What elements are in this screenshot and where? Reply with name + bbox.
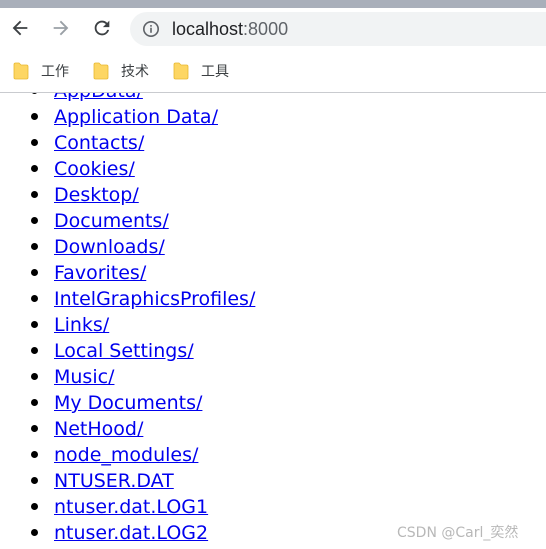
directory-listing: AppData/ Application Data/ Contacts/ Coo…	[0, 93, 255, 546]
bullet-icon	[31, 165, 38, 172]
folder-icon	[173, 62, 189, 80]
list-item: AppData/	[0, 93, 255, 104]
arrow-left-icon	[12, 20, 28, 36]
bullet-icon	[31, 451, 38, 458]
list-item: Links/	[0, 312, 255, 338]
bullet-icon	[31, 373, 38, 380]
list-item: ntuser.dat.LOG1	[0, 494, 255, 520]
bullet-icon	[31, 243, 38, 250]
url-port: :8000	[243, 19, 289, 39]
file-link[interactable]: Desktop/	[54, 184, 139, 206]
file-link[interactable]: Music/	[54, 366, 114, 388]
file-link[interactable]: Downloads/	[54, 236, 165, 258]
bullet-icon	[31, 503, 38, 510]
list-item: Documents/	[0, 208, 255, 234]
bookmark-label: 技术	[121, 64, 149, 80]
file-link[interactable]: Local Settings/	[54, 340, 194, 362]
arrow-right-icon	[53, 20, 69, 36]
file-link[interactable]: Contacts/	[54, 132, 144, 154]
bullet-icon	[31, 113, 38, 120]
bullet-icon	[31, 217, 38, 224]
list-item: Application Data/	[0, 104, 255, 130]
bullet-icon	[31, 399, 38, 406]
bullet-icon	[31, 295, 38, 302]
bookmark-label: 工作	[41, 64, 69, 80]
page-content: AppData/ Application Data/ Contacts/ Coo…	[0, 93, 546, 549]
bullet-icon	[31, 93, 38, 94]
list-item: My Documents/	[0, 390, 255, 416]
file-link[interactable]: IntelGraphicsProfiles/	[54, 288, 255, 310]
bullet-icon	[31, 139, 38, 146]
file-link[interactable]: ntuser.dat.LOG2	[54, 522, 208, 544]
bookmark-folder-work[interactable]: 工作	[13, 60, 69, 82]
list-item: Desktop/	[0, 182, 255, 208]
list-item: NetHood/	[0, 416, 255, 442]
bullet-icon	[31, 269, 38, 276]
url-host: localhost	[172, 19, 244, 39]
folder-icon	[93, 62, 109, 80]
list-item: node_modules/	[0, 442, 255, 468]
address-bar[interactable]: localhost:8000	[130, 12, 546, 46]
address-bar-url[interactable]: localhost:8000	[172, 19, 288, 40]
file-link[interactable]: Documents/	[54, 210, 169, 232]
bookmarks-bar: 工作 技术 工具	[0, 50, 546, 93]
file-link[interactable]: AppData/	[54, 93, 143, 102]
list-item: Music/	[0, 364, 255, 390]
bookmark-folder-tech[interactable]: 技术	[93, 60, 149, 82]
bullet-icon	[31, 477, 38, 484]
file-link[interactable]: NetHood/	[54, 418, 143, 440]
bookmark-folder-tools[interactable]: 工具	[173, 60, 229, 82]
list-item: Downloads/	[0, 234, 255, 260]
list-item: Local Settings/	[0, 338, 255, 364]
file-link[interactable]: NTUSER.DAT	[54, 470, 174, 492]
file-link[interactable]: node_modules/	[54, 444, 198, 466]
bookmark-label: 工具	[201, 64, 229, 80]
back-button[interactable]	[4, 12, 36, 44]
browser-toolbar: localhost:8000	[0, 8, 546, 50]
window-top-strip	[0, 0, 546, 8]
file-link[interactable]: ntuser.dat.LOG1	[54, 496, 208, 518]
file-link[interactable]: My Documents/	[54, 392, 202, 414]
file-link[interactable]: Cookies/	[54, 158, 135, 180]
list-item: NTUSER.DAT	[0, 468, 255, 494]
list-item: IntelGraphicsProfiles/	[0, 286, 255, 312]
list-item: Cookies/	[0, 156, 255, 182]
list-item: Favorites/	[0, 260, 255, 286]
folder-icon	[13, 62, 29, 80]
list-item: Contacts/	[0, 130, 255, 156]
bullet-icon	[31, 529, 38, 536]
bullet-icon	[31, 347, 38, 354]
bullet-icon	[31, 191, 38, 198]
bullet-icon	[31, 425, 38, 432]
watermark: CSDN @Carl_奕然	[397, 525, 519, 541]
forward-button[interactable]	[45, 12, 77, 44]
file-link[interactable]: Favorites/	[54, 262, 146, 284]
reload-button[interactable]	[86, 12, 118, 44]
info-icon[interactable]	[142, 20, 160, 38]
file-link[interactable]: Application Data/	[54, 106, 218, 128]
bullet-icon	[31, 321, 38, 328]
file-link[interactable]: Links/	[54, 314, 109, 336]
list-item: ntuser.dat.LOG2	[0, 520, 255, 546]
reload-icon	[94, 20, 110, 36]
